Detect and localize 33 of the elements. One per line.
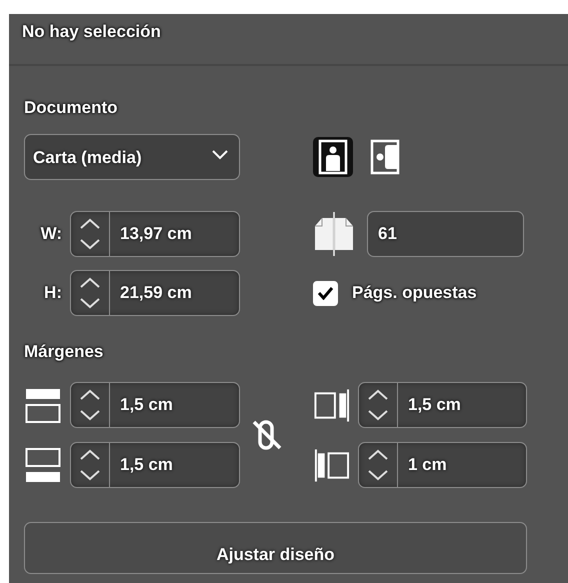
value-field[interactable]: 13,97 cm [110, 212, 239, 256]
spinner-field[interactable]: 1,5 cm [70, 442, 240, 488]
adjust-layout-button[interactable]: Ajustar diseño [24, 522, 527, 574]
chevron-down-icon [212, 150, 228, 160]
spinner-field[interactable]: 21,59 cm [70, 270, 240, 316]
right-margin-icon [313, 386, 350, 424]
pages-icon [313, 212, 355, 256]
spinner-field[interactable]: 13,97 cm [70, 211, 240, 257]
bottom-margin-icon [24, 446, 62, 484]
field-label: W: [40, 224, 63, 244]
value-field[interactable]: 1,5 cm [110, 383, 239, 427]
broken-link-icon[interactable] [252, 418, 282, 452]
top-margin-icon [24, 386, 62, 424]
orientation-button[interactable] [313, 137, 353, 177]
left-margin-icon [313, 446, 350, 484]
landscape-page-icon [370, 139, 400, 175]
checkbox-label: Págs. opuestas [352, 283, 477, 303]
spinner-field[interactable]: 1,5 cm [70, 382, 240, 428]
spinner-field[interactable]: 1 cm [358, 442, 527, 488]
checkbox[interactable] [313, 280, 338, 306]
field-label: H: [43, 283, 63, 303]
section-heading: Documento [24, 98, 118, 119]
value-field[interactable]: 1,5 cm [398, 383, 526, 427]
value-field[interactable]: 1 cm [398, 443, 526, 487]
panel-title: No hay selección [22, 22, 161, 41]
checkmark-icon [317, 286, 334, 300]
page-size-dropdown[interactable]: Carta (media) [24, 134, 240, 180]
portrait-page-icon [318, 139, 348, 175]
value-field[interactable]: 21,59 cm [110, 271, 239, 315]
pages-field[interactable]: 61 [367, 211, 524, 257]
value-field[interactable]: 1,5 cm [110, 443, 239, 487]
spinner-field[interactable]: 1,5 cm [358, 382, 527, 428]
section-heading: Márgenes [24, 342, 104, 363]
